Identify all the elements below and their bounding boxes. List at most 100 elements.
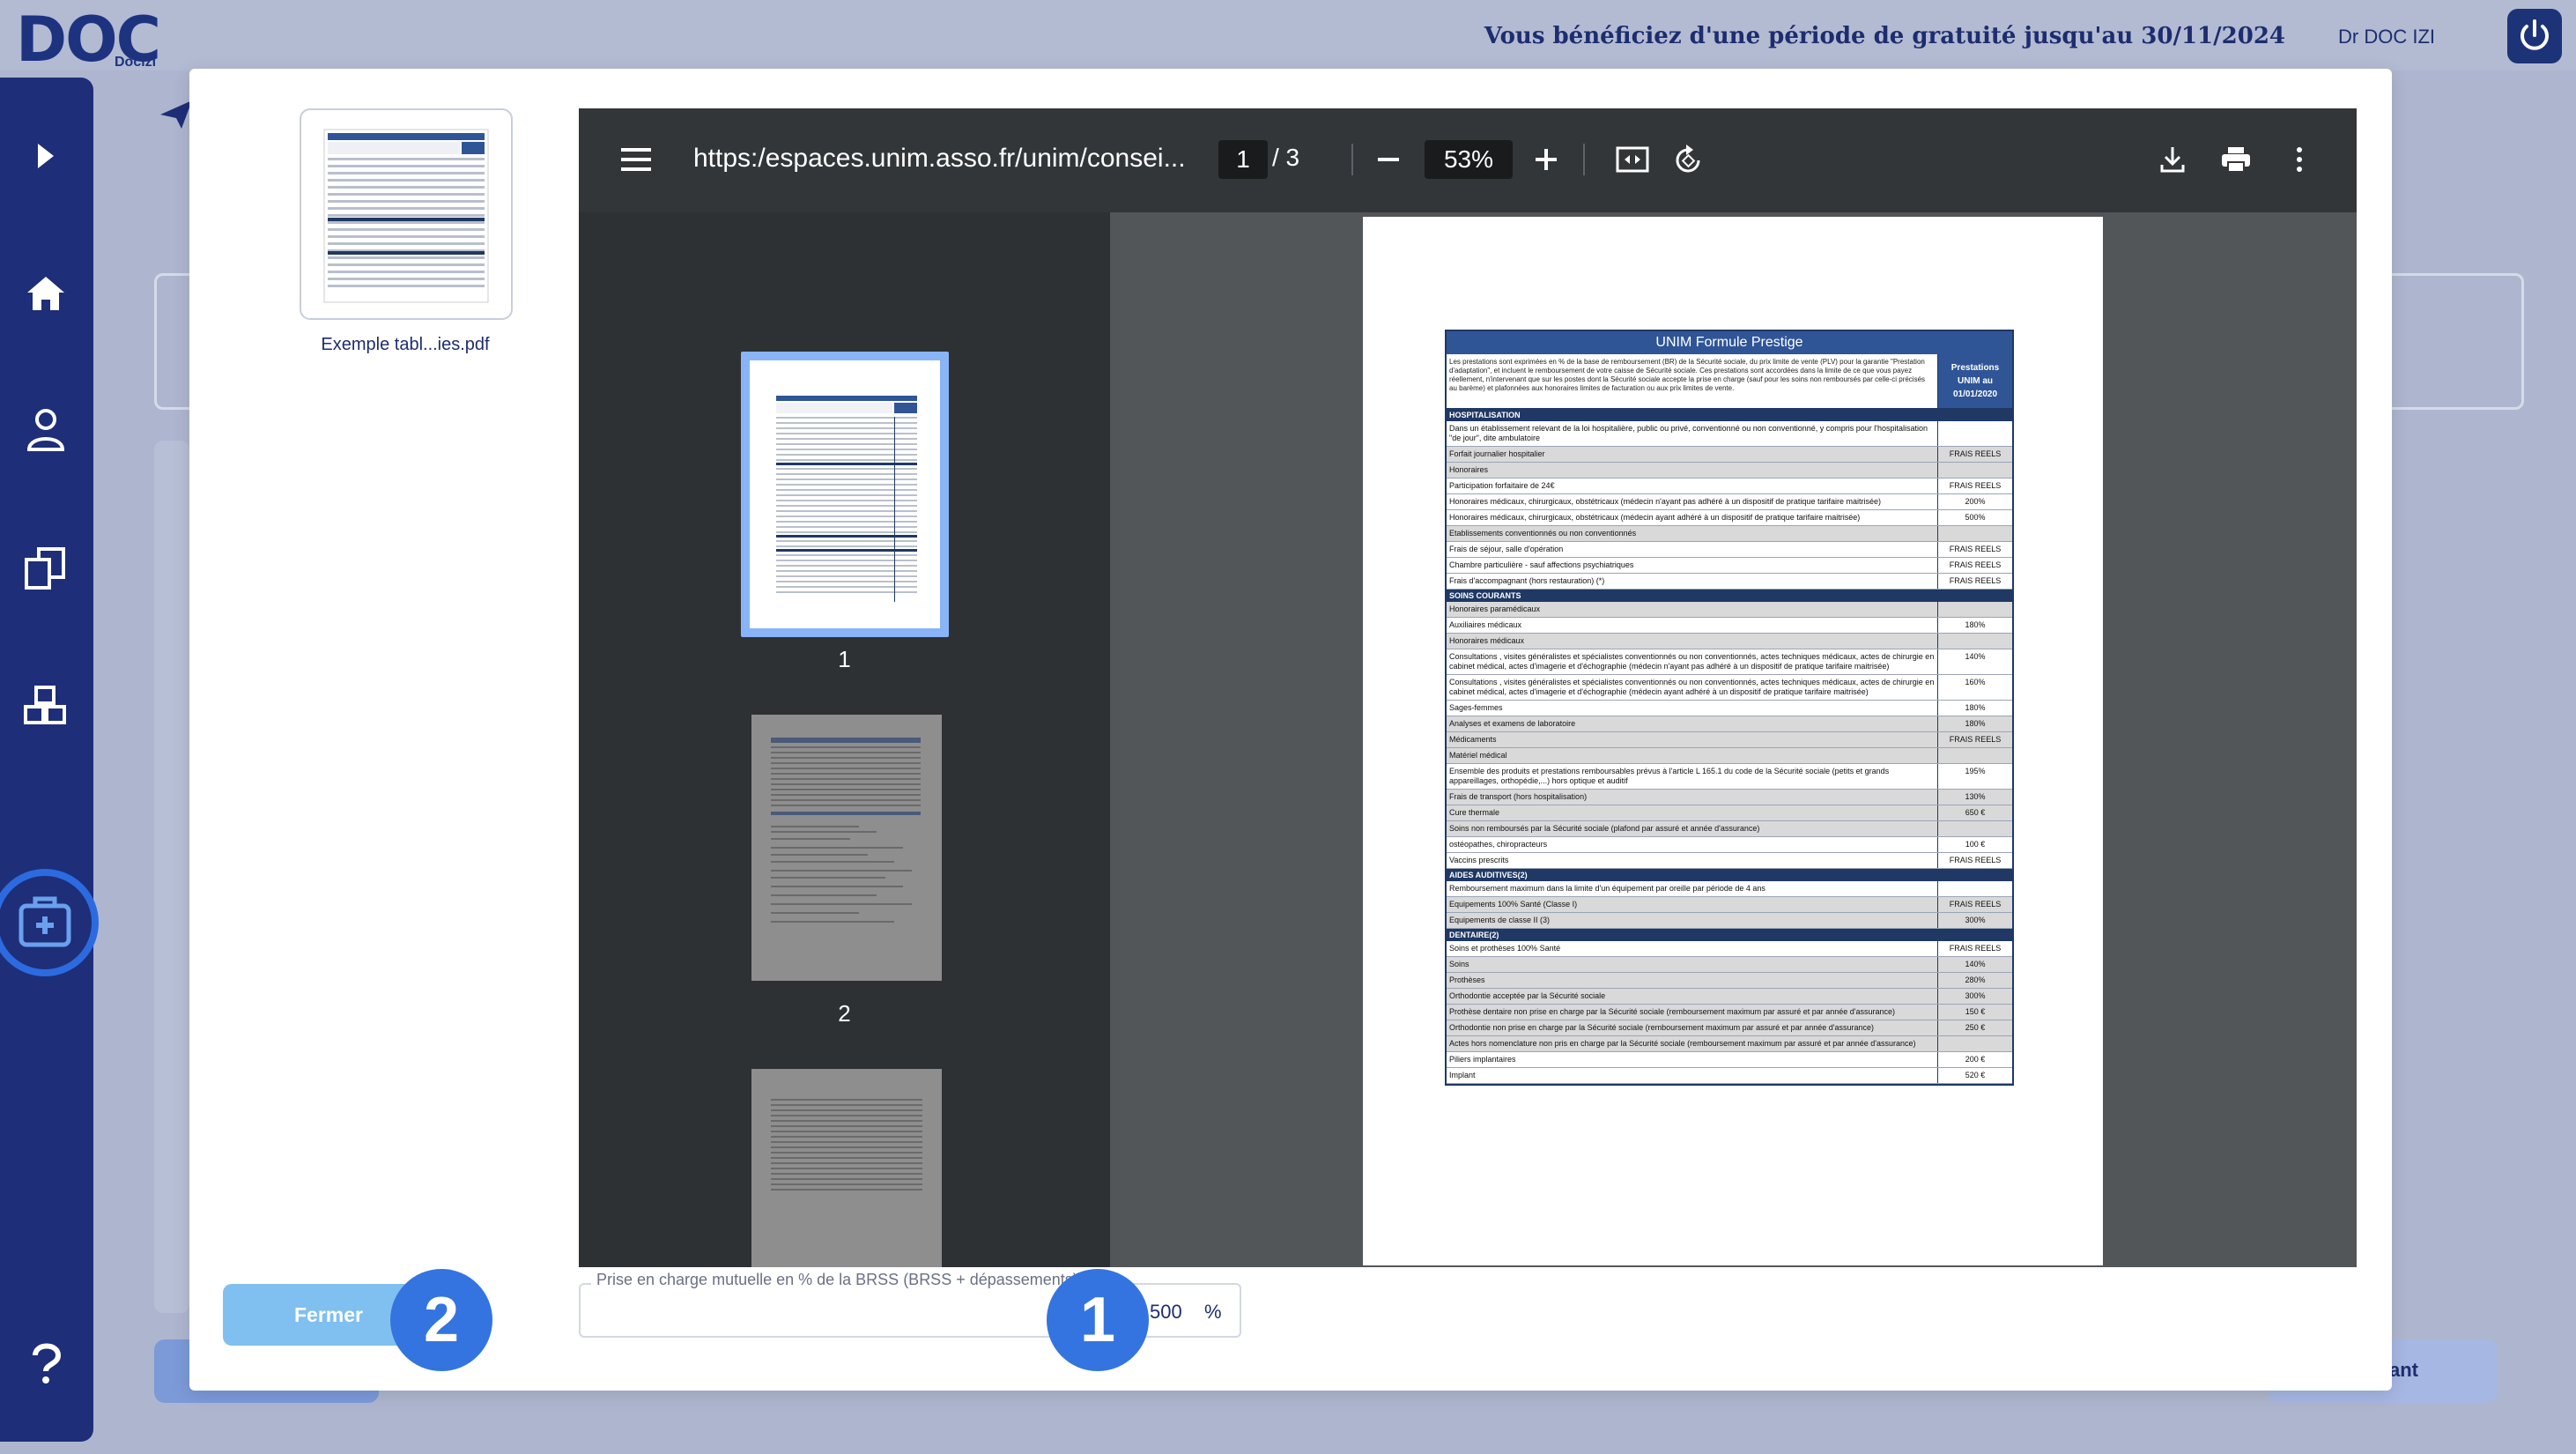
document-row-label: Piliers implantaires: [1447, 1052, 1938, 1067]
document-row-label: ostéopathes, chiropracteurs: [1447, 837, 1938, 852]
toolbar-divider: [1583, 144, 1585, 175]
document-row-value: 130%: [1965, 792, 1986, 801]
expand-sidebar-icon[interactable]: [20, 130, 71, 182]
home-icon[interactable]: [20, 268, 71, 319]
help-icon[interactable]: [20, 1338, 71, 1389]
document-row-label: Orthodontie acceptée par la Sécurité soc…: [1447, 989, 1938, 1004]
document-table-row: Vaccins prescrits FRAIS REELS: [1447, 853, 2012, 869]
document-row-value: 650 €: [1965, 808, 1986, 817]
document-section-header: DENTAIRE(2): [1447, 929, 2012, 941]
fit-to-page-icon[interactable]: [1613, 140, 1652, 179]
document-row-value: 100 €: [1965, 840, 1986, 849]
download-icon[interactable]: [2153, 140, 2192, 179]
file-name[interactable]: Exemple tabl...ies.pdf: [291, 335, 520, 355]
document-row-value: 500%: [1965, 513, 1986, 522]
percent-unit: %: [1204, 1301, 1222, 1323]
document-row-label: Cure thermale: [1447, 805, 1938, 820]
modules-icon[interactable]: [20, 680, 71, 731]
document-row-value: 200%: [1965, 497, 1986, 506]
document-row-label: Frais de séjour, salle d'opération: [1447, 542, 1938, 557]
document-row-value: FRAIS REELS: [1949, 560, 2002, 569]
toolbar-divider: [1351, 144, 1353, 175]
document-table-row: Orthodontie non prise en charge par la S…: [1447, 1020, 2012, 1036]
document-table-row: Honoraires médicaux, chirurgicaux, obsté…: [1447, 494, 2012, 510]
document-table-row: Auxiliaires médicaux 180%: [1447, 618, 2012, 634]
sidebar-toggle-menu-icon[interactable]: [621, 146, 653, 177]
document-row-label: Honoraires paramédicaux: [1447, 602, 1938, 617]
document-row-value: 180%: [1965, 620, 1986, 629]
document-table-row: Remboursement maximum dans la limite d'u…: [1447, 881, 2012, 897]
trial-banner: Vous bénéficiez d'une période de gratuit…: [1484, 23, 2285, 49]
file-thumbnail[interactable]: [300, 108, 513, 320]
thumbnail-label-2: 2: [838, 1000, 851, 1027]
document-table-row: Forfait journalier hospitalier FRAIS REEL…: [1447, 447, 2012, 463]
page-number-input[interactable]: 1: [1218, 140, 1268, 179]
pdf-title-url: https:/espaces.unim.asso.fr/unim/consei.…: [693, 144, 1186, 173]
document-row-value: 280%: [1965, 976, 1986, 984]
document-table-row: Consultations , visites généralistes et …: [1447, 649, 2012, 675]
document-row-value: 150 €: [1965, 1007, 1986, 1016]
document-row-label: Actes hors nomenclature non pris en char…: [1447, 1036, 1938, 1051]
document-row-value: 200 €: [1965, 1055, 1986, 1064]
document-row-value: 195%: [1965, 767, 1986, 775]
zoom-out-icon[interactable]: [1369, 140, 1408, 179]
logout-button[interactable]: [2507, 9, 2562, 63]
document-row-value: 300%: [1965, 916, 1986, 924]
documents-icon[interactable]: [20, 543, 71, 594]
thumbnail-label-1: 1: [838, 646, 851, 672]
zoom-level-input[interactable]: 53%: [1425, 140, 1513, 179]
document-row-label: Honoraires: [1447, 463, 1938, 478]
rotate-icon[interactable]: [1669, 140, 1708, 179]
document-table-row: Consultations , visites généralistes et …: [1447, 675, 2012, 701]
document-table-row: ostéopathes, chiropracteurs 100 €: [1447, 837, 2012, 853]
document-row-label: Consultations , visites généralistes et …: [1447, 649, 1938, 674]
page-thumbnail-selected[interactable]: [741, 352, 949, 637]
annotation-badge-1: 1: [1047, 1269, 1149, 1371]
document-row-label: Implant: [1447, 1068, 1938, 1083]
document-row-value: 140%: [1965, 960, 1986, 968]
document-table-row: Piliers implantaires 200 €: [1447, 1052, 2012, 1068]
document-table-row: Prothèse dentaire non prise en charge pa…: [1447, 1005, 2012, 1020]
document-table-row: Prothèses 280%: [1447, 973, 2012, 989]
page-thumbnail[interactable]: [751, 715, 942, 981]
document-row-value: 140%: [1965, 652, 1986, 661]
document-row-value: FRAIS REELS: [1949, 944, 2002, 953]
document-row-label: Dans un établissement relevant de la loi…: [1447, 421, 1938, 446]
zoom-in-icon[interactable]: [1527, 140, 1566, 179]
document-row-label: Forfait journalier hospitalier: [1447, 447, 1938, 462]
document-row-label: Consultations , visites généralistes et …: [1447, 675, 1938, 700]
docizi-logo[interactable]: DOC Docizi: [16, 4, 166, 76]
document-table-row: Soins et prothèses 100% Santé FRAIS REELS: [1447, 941, 2012, 957]
coverage-percentage-label: Prise en charge mutuelle en % de la BRSS…: [591, 1271, 1084, 1289]
coverage-percentage-value[interactable]: 500: [1150, 1301, 1182, 1324]
more-options-icon[interactable]: [2280, 140, 2319, 179]
document-row-value: FRAIS REELS: [1949, 856, 2002, 864]
document-row-label: Equipements 100% Santé (Classe I): [1447, 897, 1938, 912]
document-intro-row: Les prestations sont exprimées en % de l…: [1447, 354, 2012, 409]
page-thumbnail[interactable]: [751, 1069, 942, 1267]
background-right-button-label: ant: [2389, 1359, 2418, 1381]
document-table-row: Chambre particulière - sauf affections p…: [1447, 558, 2012, 574]
document-row-label: Soins et prothèses 100% Santé: [1447, 941, 1938, 956]
document-table-row: Soins non remboursés par la Sécurité soc…: [1447, 821, 2012, 837]
patients-icon[interactable]: [20, 404, 71, 455]
document-section-header: SOINS COURANTS: [1447, 590, 2012, 602]
document-row-label: Auxiliaires médicaux: [1447, 618, 1938, 633]
document-row-value: FRAIS REELS: [1949, 735, 2002, 744]
medical-kit-nav-active[interactable]: [0, 869, 99, 976]
document-row-value: FRAIS REELS: [1949, 449, 2002, 458]
document-table-row: Frais d'accompagnant (hors restauration)…: [1447, 574, 2012, 590]
document-row-label: Participation forfaitaire de 24€: [1447, 478, 1938, 493]
document-table: UNIM Formule Prestige Les prestations so…: [1445, 330, 2014, 1086]
document-table-row: Honoraires médicaux, chirurgicaux, obsté…: [1447, 510, 2012, 526]
document-sections: HOSPITALISATION Dans un établissement rel…: [1447, 409, 2012, 1084]
user-name[interactable]: Dr DOC IZI: [2338, 26, 2435, 48]
document-intro-text: Les prestations sont exprimées en % de l…: [1447, 354, 1938, 408]
document-row-label: Vaccins prescrits: [1447, 853, 1938, 868]
document-row-value: FRAIS REELS: [1949, 481, 2002, 490]
document-table-row: Honoraires médicaux: [1447, 634, 2012, 649]
print-icon[interactable]: [2217, 140, 2255, 179]
document-table-row: Honoraires paramédicaux: [1447, 602, 2012, 618]
document-row-label: Analyses et examens de laboratoire: [1447, 716, 1938, 731]
document-row-value: [1938, 748, 2012, 763]
